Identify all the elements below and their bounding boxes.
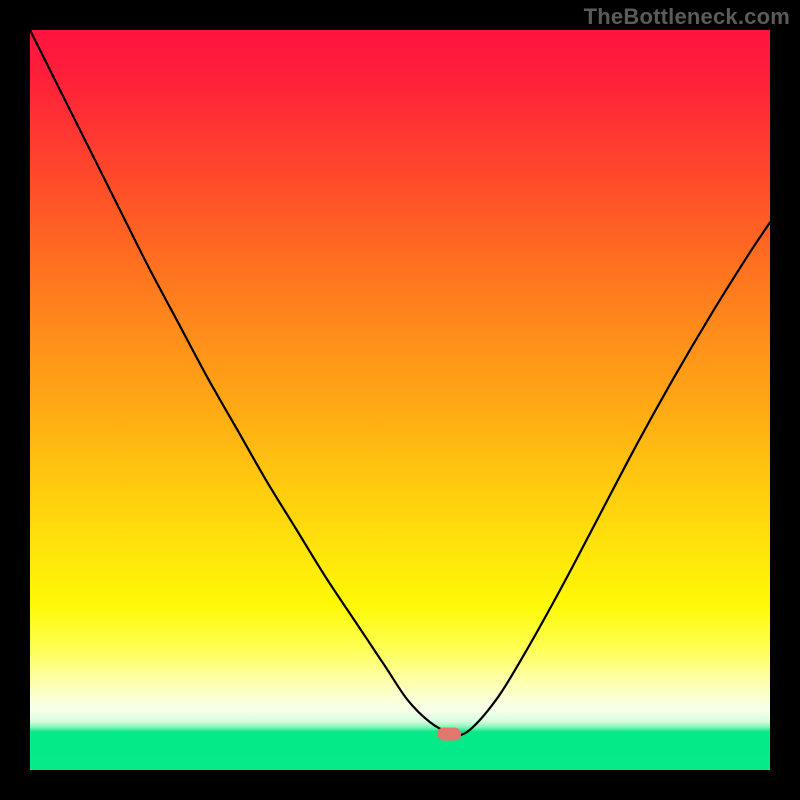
optimal-marker: [437, 728, 461, 741]
plot-area: [30, 30, 770, 770]
watermark-text: TheBottleneck.com: [584, 4, 790, 30]
bottleneck-curve: [30, 30, 770, 770]
chart-frame: TheBottleneck.com: [0, 0, 800, 800]
